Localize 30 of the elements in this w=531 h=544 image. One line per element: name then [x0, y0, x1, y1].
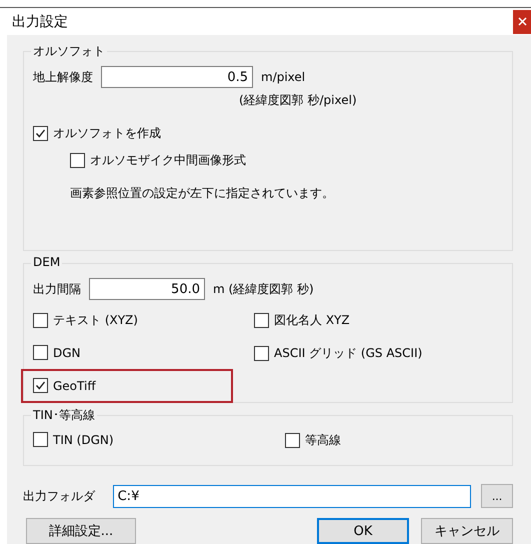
unit-label: m/pixel: [261, 70, 306, 84]
button[interactable]: 詳細設定...: [26, 518, 136, 544]
unit-note: (経緯度図郭 秒/pixel): [239, 92, 358, 109]
window-title: 出力設定: [12, 12, 68, 30]
checkbox[interactable]: オルソフォトを作成: [33, 125, 161, 142]
checkmark-icon: [35, 380, 46, 391]
group-label: TIN･等高線: [31, 407, 97, 424]
checkbox[interactable]: GeoTiff: [33, 378, 96, 393]
field-label: 出力間隔: [33, 280, 81, 298]
checkbox[interactable]: DGN: [33, 345, 81, 360]
close-button[interactable]: [513, 10, 531, 34]
field-label: 地上解像度: [33, 68, 93, 86]
notice-text: 画素参照位置の設定が左下に指定されています。: [70, 185, 335, 202]
button[interactable]: キャンセル: [421, 518, 513, 544]
input-field[interactable]: 0.5: [101, 66, 253, 88]
input-field[interactable]: C:¥: [112, 484, 472, 508]
unit-label: m (経緯度図郭 秒): [213, 280, 314, 298]
input-field[interactable]: 50.0: [89, 278, 205, 300]
group-label: DEM: [31, 255, 62, 269]
checkbox[interactable]: テキスト (XYZ): [33, 312, 138, 329]
checkbox[interactable]: オルソモザイク中間画像形式: [70, 152, 246, 169]
checkmark-icon: [35, 128, 46, 139]
close-icon: [518, 17, 526, 26]
checkbox[interactable]: 等高線: [285, 432, 341, 449]
checkbox[interactable]: 図化名人 XYZ: [254, 312, 350, 329]
field-label: 出力フォルダ: [23, 488, 96, 504]
checkbox[interactable]: ASCII グリッド (GS ASCII): [254, 345, 422, 362]
button[interactable]: OK: [317, 518, 409, 544]
checkbox[interactable]: TIN (DGN): [33, 432, 114, 447]
browse-button[interactable]: ...: [481, 484, 513, 508]
